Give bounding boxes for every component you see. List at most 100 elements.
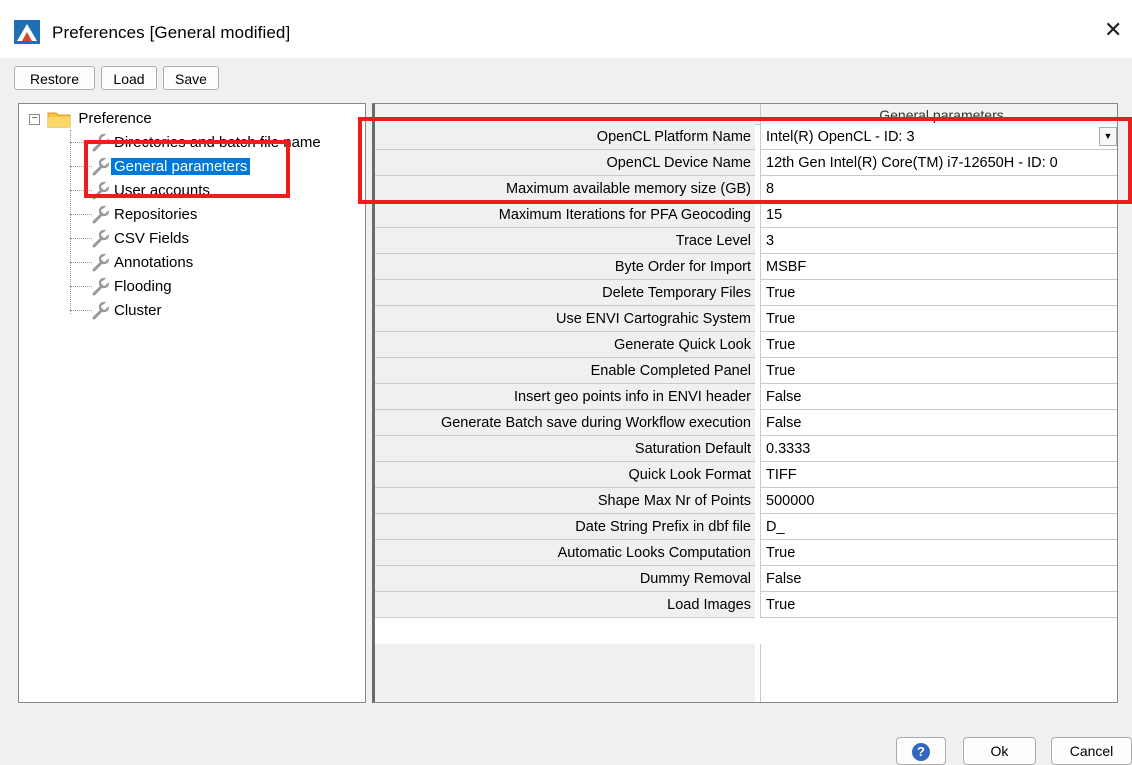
parameter-name: Generate Batch save during Workflow exec… [375,410,755,436]
parameter-value[interactable]: 15 [760,202,1117,228]
parameter-value-text: 0.3333 [766,441,811,457]
parameter-value[interactable]: True [760,280,1117,306]
wrench-icon [92,229,111,248]
parameter-value-text: 500000 [766,493,815,509]
tree-item[interactable]: Flooding [91,276,175,298]
grid-corner-header [375,104,760,125]
parameter-value[interactable]: Intel(R) OpenCL - ID: 3 ▼ [760,124,1117,150]
parameter-row[interactable]: Generate Batch save during Workflow exec… [375,410,1117,436]
tree-item-label: CSV Fields [114,230,190,247]
parameter-row[interactable]: Date String Prefix in dbf file D_ [375,514,1117,540]
ok-button[interactable]: Ok [963,737,1036,765]
parameter-value-text: 12th Gen Intel(R) Core(TM) i7-12650H - I… [766,155,1058,171]
tree-connector [70,286,92,287]
parameter-value[interactable]: 500000 [760,488,1117,514]
parameter-value[interactable]: True [760,592,1117,618]
parameter-row[interactable]: Enable Completed Panel True [375,358,1117,384]
tree-item[interactable]: Annotations [91,252,196,274]
save-button[interactable]: Save [163,66,219,90]
parameter-value[interactable]: 8 [760,176,1117,202]
parameter-value[interactable]: D_ [760,514,1117,540]
collapse-icon[interactable]: − [29,113,40,125]
parameter-row[interactable]: Maximum available memory size (GB) 8 [375,176,1117,202]
parameter-value[interactable]: True [760,540,1117,566]
tree-item-label: General parameters [111,158,251,175]
parameter-value[interactable]: False [760,566,1117,592]
tree-item[interactable]: General parameters [91,156,251,178]
parameter-row[interactable]: OpenCL Device Name 12th Gen Intel(R) Core… [375,150,1117,176]
wrench-icon [92,301,111,320]
parameter-value[interactable]: False [760,384,1117,410]
parameter-name: Insert geo points info in ENVI header [375,384,755,410]
parameter-value-text: 3 [766,233,775,249]
wrench-icon [92,277,111,296]
tree-item-label: Annotations [114,254,194,271]
parameter-value[interactable]: TIFF [760,462,1117,488]
parameter-row[interactable]: Delete Temporary Files True [375,280,1117,306]
parameter-value[interactable]: 3 [760,228,1117,254]
parameter-row[interactable]: OpenCL Platform Name Intel(R) OpenCL - ID… [375,124,1117,150]
help-button[interactable]: ? [896,737,946,765]
parameter-value[interactable]: True [760,358,1117,384]
window-title: Preferences [General modified] [52,23,291,42]
tree-item-label: Repositories [114,206,198,223]
parameter-name: Shape Max Nr of Points [375,488,755,514]
parameter-value[interactable]: True [760,306,1117,332]
tree-root[interactable]: − Preference [29,108,155,130]
parameter-value-text: True [766,597,796,613]
parameter-value-text: D_ [766,519,785,535]
parameter-name: Saturation Default [375,436,755,462]
tree-item[interactable]: CSV Fields [91,228,192,250]
parameter-row[interactable]: Automatic Looks Computation True [375,540,1117,566]
parameter-value[interactable]: 12th Gen Intel(R) Core(TM) i7-12650H - I… [760,150,1117,176]
dropdown-arrow-icon[interactable]: ▼ [1099,127,1117,146]
parameter-value-text: 8 [766,181,775,197]
wrench-icon [92,133,111,152]
parameter-name: Automatic Looks Computation [375,540,755,566]
tree-item[interactable]: Directories and batch file name [91,132,324,154]
parameter-value[interactable]: MSBF [760,254,1117,280]
restore-button[interactable]: Restore [14,66,95,90]
parameter-name: Generate Quick Look [375,332,755,358]
tree-item-label: Cluster [114,302,162,319]
close-icon[interactable]: ✕ [1104,18,1122,42]
load-button[interactable]: Load [101,66,157,90]
parameter-row[interactable]: Generate Quick Look True [375,332,1117,358]
parameter-name: Date String Prefix in dbf file [375,514,755,540]
parameter-value[interactable]: False [760,410,1117,436]
tree-item[interactable]: Repositories [91,204,200,226]
preference-tree[interactable]: − Preference Directories and batch file … [18,103,366,703]
parameter-row[interactable]: Saturation Default 0.3333 [375,436,1117,462]
parameter-value-text: True [766,311,796,327]
parameter-grid[interactable]: General parameters OpenCL Platform Name I… [372,103,1118,703]
parameter-value[interactable]: True [760,332,1117,358]
parameter-row[interactable]: Use ENVI Cartograhic System True [375,306,1117,332]
tree-item-label: Directories and batch file name [114,134,321,151]
wrench-icon [92,253,111,272]
parameter-row[interactable]: Maximum Iterations for PFA Geocoding 15 [375,202,1117,228]
parameter-value-text: True [766,337,796,353]
tree-connector [70,262,92,263]
wrench-icon [92,157,111,176]
parameter-value-text: MSBF [766,259,807,275]
parameter-value[interactable]: 0.3333 [760,436,1117,462]
parameter-name: Maximum Iterations for PFA Geocoding [375,202,755,228]
parameter-row[interactable]: Load Images True [375,592,1117,618]
parameter-row[interactable]: Quick Look Format TIFF [375,462,1117,488]
tree-connector [70,238,92,239]
parameter-name: Maximum available memory size (GB) [375,176,755,202]
parameter-row[interactable]: Shape Max Nr of Points 500000 [375,488,1117,514]
tree-item[interactable]: User accounts [91,180,213,202]
parameter-row[interactable]: Trace Level 3 [375,228,1117,254]
title-bar: Preferences [General modified] ✕ [0,0,1132,58]
parameter-row[interactable]: Insert geo points info in ENVI header Fal… [375,384,1117,410]
parameter-value-text: False [766,389,802,405]
parameter-row[interactable]: Byte Order for Import MSBF [375,254,1117,280]
tree-item[interactable]: Cluster [91,300,165,322]
cancel-button[interactable]: Cancel [1051,737,1132,765]
folder-icon [47,112,71,128]
parameter-row[interactable]: Dummy Removal False [375,566,1117,592]
app-logo-icon [14,20,40,44]
parameter-name: Trace Level [375,228,755,254]
parameter-name: Enable Completed Panel [375,358,755,384]
